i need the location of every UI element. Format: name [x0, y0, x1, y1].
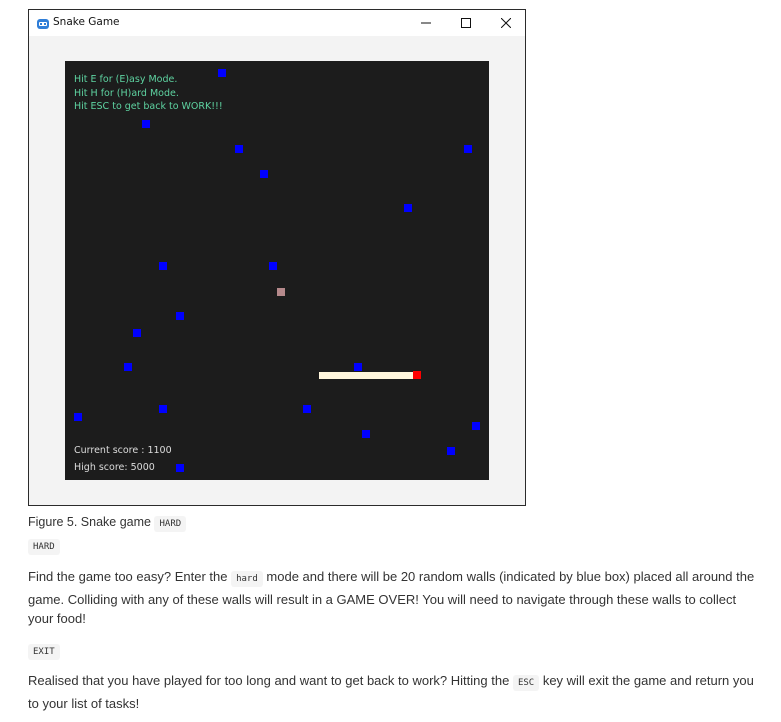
wall-block — [142, 120, 150, 128]
wall-block — [235, 145, 243, 153]
hard-description: Find the game too easy? Enter the hard m… — [28, 567, 758, 629]
wall-block — [74, 413, 82, 421]
help-line-hard: Hit H for (H)ard Mode. — [74, 87, 179, 99]
wall-block — [159, 262, 167, 270]
hard-label: HARD — [28, 539, 60, 555]
caption-code: HARD — [154, 516, 187, 532]
maximize-button[interactable] — [446, 10, 486, 36]
maximize-icon — [461, 18, 471, 28]
wall-block — [303, 405, 311, 413]
wall-block — [472, 422, 480, 430]
figure-caption: Figure 5. Snake game HARD — [28, 515, 187, 532]
current-score: Current score : 1100 — [74, 445, 172, 456]
exit-inline-code: ESC — [512, 675, 540, 691]
wall-block — [133, 329, 141, 337]
game-canvas[interactable]: Hit E for (E)asy Mode. Hit H for (H)ard … — [65, 61, 489, 480]
hard-text-1: Find the game too easy? Enter the — [28, 569, 228, 584]
wall-block — [176, 464, 184, 472]
help-text: Hit E for (E)asy Mode. Hit H for (H)ard … — [74, 73, 223, 114]
section-label-exit: EXIT — [28, 641, 60, 660]
snake-app-icon — [36, 16, 50, 30]
wall-block — [447, 447, 455, 455]
snake-head — [413, 371, 421, 379]
snake-game-window: Snake Game Hit E for (E)asy Mode. Hit H … — [28, 9, 526, 506]
exit-label: EXIT — [28, 644, 60, 660]
close-button[interactable] — [486, 10, 526, 36]
wall-block — [362, 430, 370, 438]
wall-block — [176, 312, 184, 320]
exit-description: Realised that you have played for too lo… — [28, 671, 758, 713]
help-line-easy: Hit E for (E)asy Mode. — [74, 74, 178, 85]
snake-body — [319, 372, 413, 379]
wall-block — [124, 363, 132, 371]
wall-block — [159, 405, 167, 413]
section-label-hard: HARD — [28, 536, 60, 555]
help-line-esc: Hit ESC to get back to WORK!!! — [74, 101, 223, 112]
close-icon — [501, 18, 511, 28]
wall-block — [464, 145, 472, 153]
food-item — [277, 288, 285, 296]
wall-block — [269, 262, 277, 270]
wall-block — [218, 69, 226, 77]
caption-text: Figure 5. Snake game — [28, 515, 151, 529]
wall-block — [404, 204, 412, 212]
wall-block — [354, 363, 362, 371]
window-titlebar[interactable]: Snake Game — [29, 10, 525, 36]
wall-block — [260, 170, 268, 178]
minimize-icon — [421, 22, 431, 24]
high-score: High score: 5000 — [74, 462, 155, 473]
window-title: Snake Game — [53, 16, 120, 28]
hard-inline-code: hard — [231, 571, 263, 587]
minimize-button[interactable] — [406, 10, 446, 36]
exit-text-1: Realised that you have played for too lo… — [28, 673, 510, 688]
